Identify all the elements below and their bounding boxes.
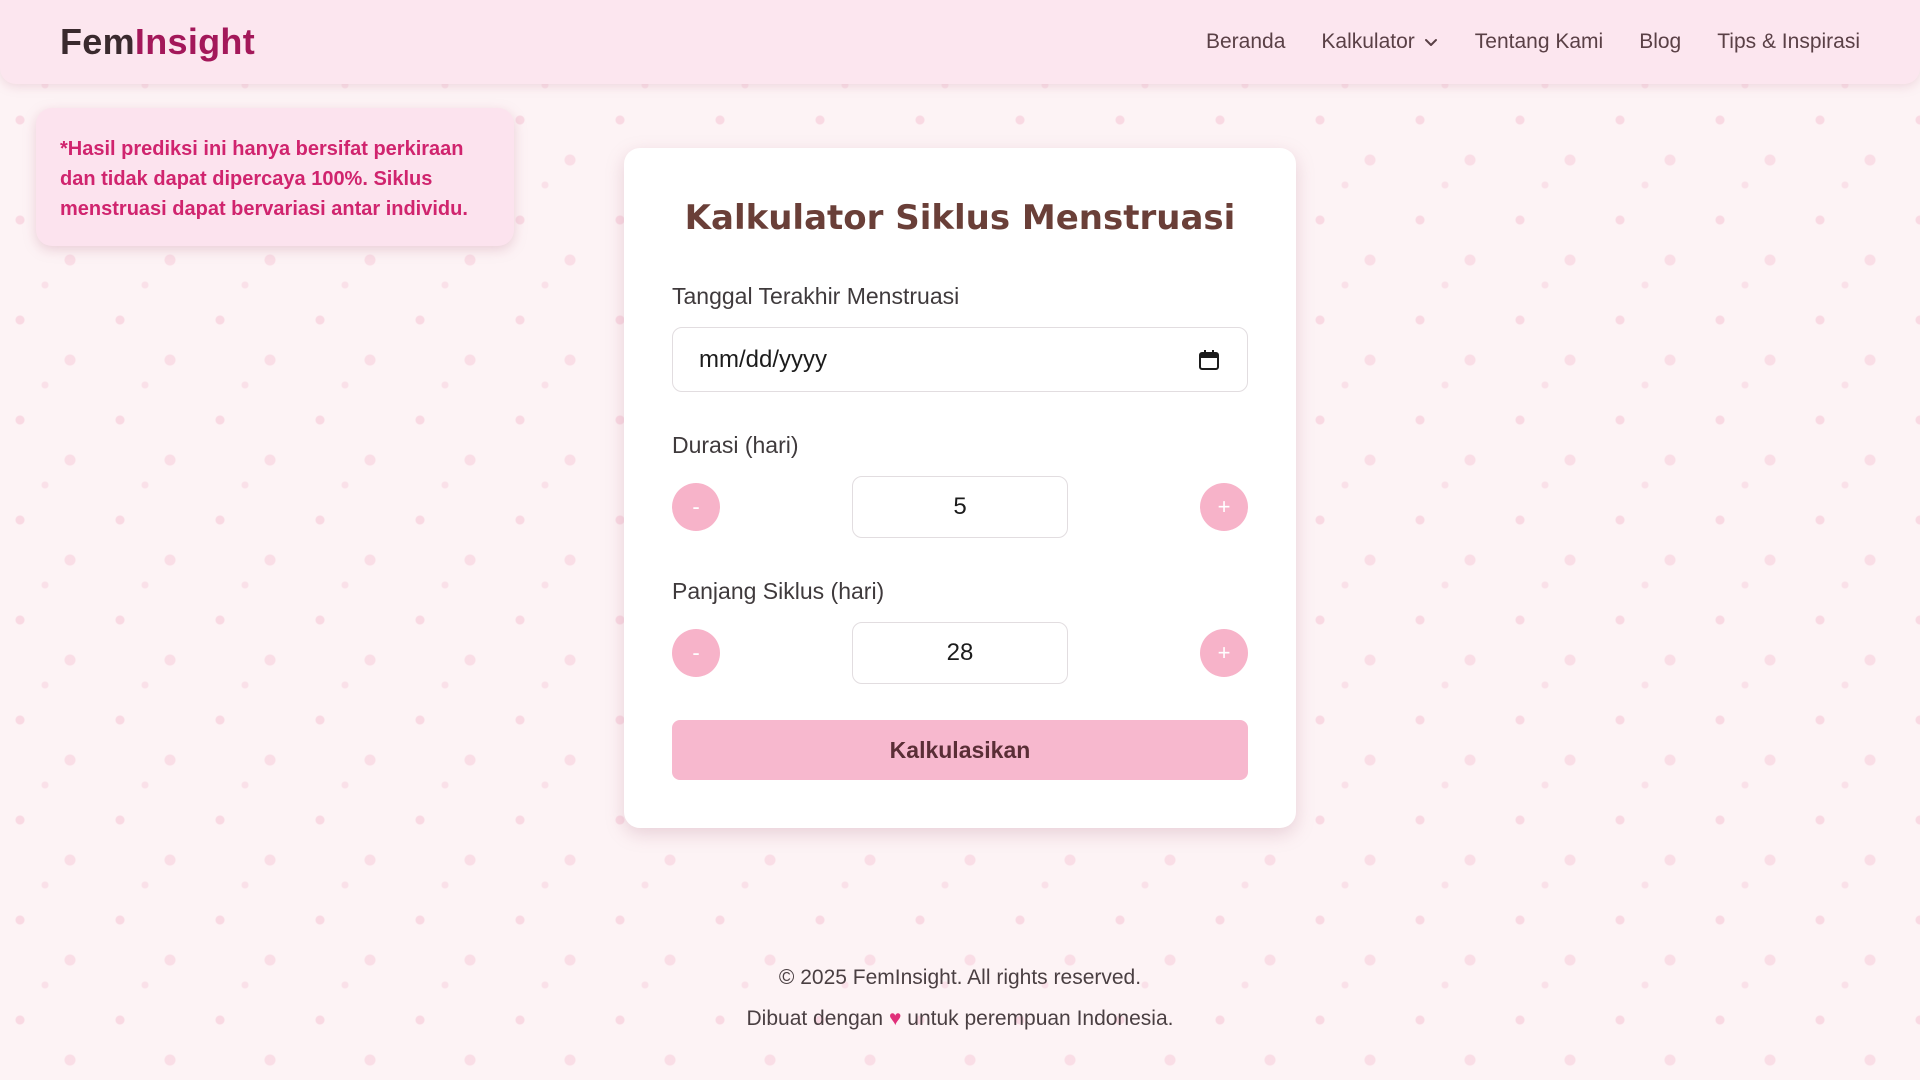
cycle-length-label: Panjang Siklus (hari) bbox=[672, 578, 885, 604]
brand-logo-part2: Insight bbox=[134, 21, 256, 62]
last-period-date-input[interactable]: mm/dd/yyyy bbox=[672, 327, 1248, 392]
chevron-down-icon bbox=[1424, 39, 1437, 46]
nav-item-blog[interactable]: Blog bbox=[1639, 30, 1681, 54]
brand-logo-part1: Fem bbox=[60, 21, 135, 62]
calendar-icon[interactable] bbox=[1197, 348, 1221, 372]
nav-item-tips-inspirasi[interactable]: Tips & Inspirasi bbox=[1717, 30, 1860, 54]
last-period-label: Tanggal Terakhir Menstruasi bbox=[672, 283, 960, 309]
cycle-increment-button[interactable]: + bbox=[1200, 629, 1248, 677]
duration-increment-button[interactable]: + bbox=[1200, 483, 1248, 531]
nav-item-label: Kalkulator bbox=[1321, 30, 1415, 53]
nav-item-label: Tips & Inspirasi bbox=[1717, 30, 1860, 53]
nav-item-label: Blog bbox=[1639, 30, 1682, 53]
footer-made-with: Dibuat dengan ♥ untuk perempuan Indonesi… bbox=[0, 1007, 1920, 1031]
nav-item-label: Tentang Kami bbox=[1474, 30, 1604, 53]
nav-item-tentang-kami[interactable]: Tentang Kami bbox=[1475, 30, 1603, 54]
disclaimer-box: *Hasil prediksi ini hanya bersifat perki… bbox=[36, 108, 514, 246]
page-title: Kalkulator Siklus Menstruasi bbox=[684, 198, 1236, 238]
duration-label: Durasi (hari) bbox=[672, 432, 799, 458]
duration-decrement-button[interactable]: - bbox=[672, 483, 720, 531]
calculator-card: Kalkulator Siklus Menstruasi Tanggal Ter… bbox=[624, 148, 1296, 828]
cycle-length-input[interactable]: 28 bbox=[852, 622, 1068, 684]
nav-item-beranda[interactable]: Beranda bbox=[1206, 30, 1285, 54]
footer-made-prefix: Dibuat dengan bbox=[746, 1007, 884, 1030]
brand-logo[interactable]: FemInsight bbox=[60, 21, 255, 63]
duration-input[interactable]: 5 bbox=[852, 476, 1068, 538]
nav-item-kalkulator[interactable]: Kalkulator bbox=[1321, 30, 1438, 54]
nav-item-label: Beranda bbox=[1205, 30, 1286, 53]
footer-made-suffix: untuk perempuan Indonesia. bbox=[907, 1007, 1174, 1030]
footer-copyright: © 2025 FemInsight. All rights reserved. bbox=[778, 966, 1142, 989]
site-header: FemInsight Beranda Kalkulator Tentang Ka… bbox=[0, 0, 1920, 84]
calculate-button[interactable]: Kalkulasikan bbox=[672, 720, 1248, 780]
cycle-decrement-button[interactable]: - bbox=[672, 629, 720, 677]
heart-icon: ♥ bbox=[888, 1007, 902, 1030]
date-placeholder: mm/dd/yyyy bbox=[699, 345, 828, 373]
main-nav: Beranda Kalkulator Tentang Kami Blog Tip… bbox=[1206, 30, 1860, 54]
